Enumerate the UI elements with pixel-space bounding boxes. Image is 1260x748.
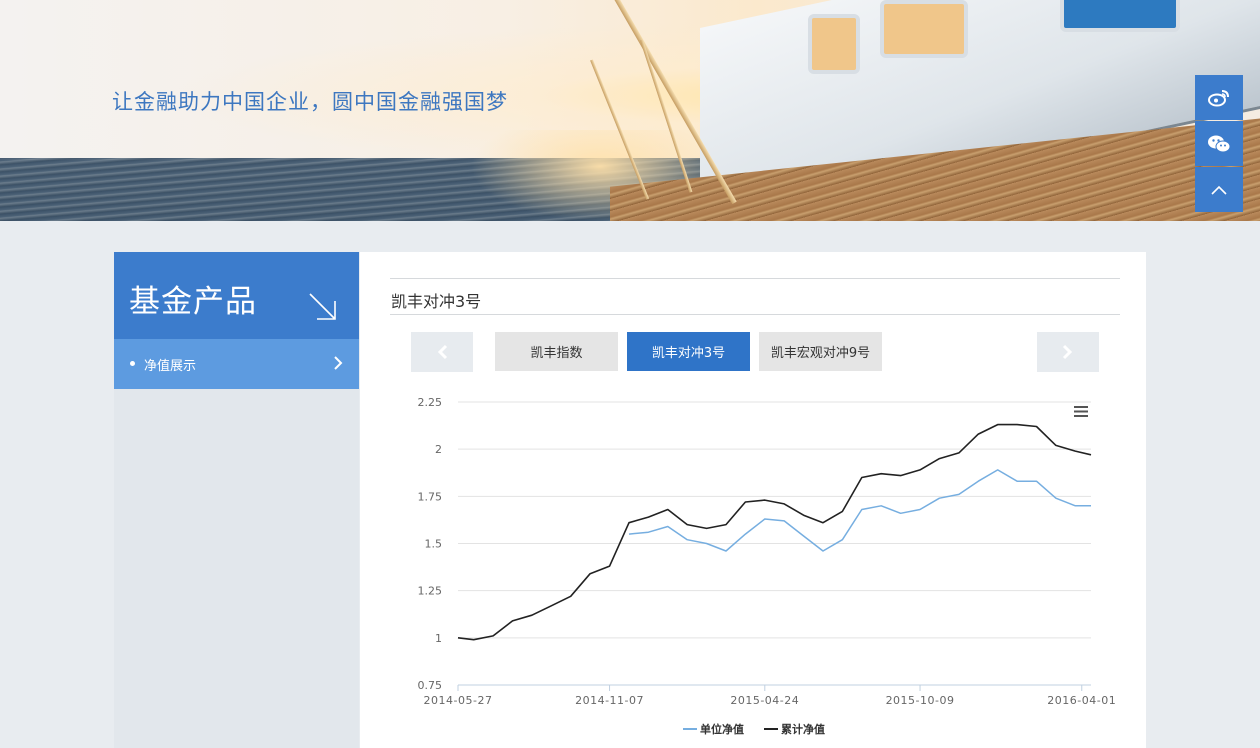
weibo-button[interactable] (1195, 75, 1243, 120)
chevron-up-icon (1211, 185, 1227, 195)
y-tick-label: 1.75 (418, 490, 443, 503)
y-tick-label: 2.25 (418, 396, 443, 409)
sidebar: 基金产品 净值展示 (114, 252, 359, 748)
sidebar-item-nav-display[interactable]: 净值展示 (114, 339, 359, 389)
chevron-left-icon (437, 344, 448, 360)
main-panel: 凯丰对冲3号 凯丰指数 凯丰对冲3号 凯丰宏观对冲9号 0.75 1 1.25 1.5… (360, 252, 1146, 748)
divider (390, 278, 1120, 279)
chart-x-axis: 2014-05-27 2014-11-07 2015-04-24 2015-10-09… (424, 684, 1116, 707)
legend-label[interactable]: 单位净值 (700, 722, 744, 736)
wechat-button[interactable] (1195, 121, 1243, 166)
wechat-icon (1208, 135, 1231, 152)
previous-button[interactable] (411, 332, 473, 372)
chart-grid (458, 401, 1091, 686)
x-tick-label: 2015-10-09 (886, 694, 955, 707)
weibo-icon (1208, 89, 1229, 106)
x-tick-label: 2016-04-01 (1047, 694, 1116, 707)
sidebar-title: 基金产品 (129, 284, 257, 320)
tab-kaifeng-hedge-3[interactable]: 凯丰对冲3号 (627, 332, 750, 371)
legend-label[interactable]: 累计净值 (781, 722, 825, 736)
y-tick-label: 0.75 (418, 679, 443, 692)
series-line-cumulative-nav (457, 423, 1092, 641)
y-tick-label: 1.5 (425, 538, 443, 551)
tab-kaifeng-macro-hedge-9[interactable]: 凯丰宏观对冲9号 (759, 332, 882, 371)
chart-legend: 单位净值 累计净值 (683, 722, 825, 736)
x-tick-label: 2014-11-07 (575, 694, 644, 707)
chart-menu-button[interactable] (1070, 402, 1092, 422)
next-button[interactable] (1037, 332, 1099, 372)
chart-series (457, 423, 1092, 641)
x-tick-label: 2014-05-27 (424, 694, 493, 707)
chart-y-axis: 0.75 1 1.25 1.5 1.75 2 2.25 (418, 396, 443, 692)
menu-icon (1074, 406, 1088, 417)
y-tick-label: 1.25 (418, 585, 443, 598)
banner-yacht-window (1060, 0, 1180, 32)
chevron-right-icon (1062, 344, 1073, 360)
y-tick-label: 1 (435, 632, 442, 645)
nav-line-chart: 0.75 1 1.25 1.5 1.75 2 2.25 2014-05-27 2014-11-… (418, 396, 1116, 736)
fund-tab-bar: 凯丰指数 凯丰对冲3号 凯丰宏观对冲9号 (411, 332, 1099, 372)
banner-yacht-window (808, 14, 860, 74)
x-tick-label: 2015-04-24 (730, 694, 799, 707)
divider (390, 314, 1120, 315)
side-toolbar (1195, 75, 1243, 213)
sidebar-item-label: 净值展示 (144, 359, 197, 374)
y-tick-label: 2 (435, 443, 442, 456)
sidebar-header: 基金产品 (114, 252, 359, 339)
arrow-down-right-icon (309, 293, 336, 320)
bullet-icon (130, 361, 135, 366)
fund-title: 凯丰对冲3号 (391, 292, 482, 311)
banner-yacht-window (880, 0, 968, 58)
hero-banner: 让金融助力中国企业，圆中国金融强国梦 (0, 0, 1260, 221)
back-to-top-button[interactable] (1195, 167, 1243, 212)
tab-kaifeng-index[interactable]: 凯丰指数 (495, 332, 618, 371)
banner-slogan: 让金融助力中国企业，圆中国金融强国梦 (112, 90, 508, 114)
chevron-right-icon (334, 356, 343, 370)
